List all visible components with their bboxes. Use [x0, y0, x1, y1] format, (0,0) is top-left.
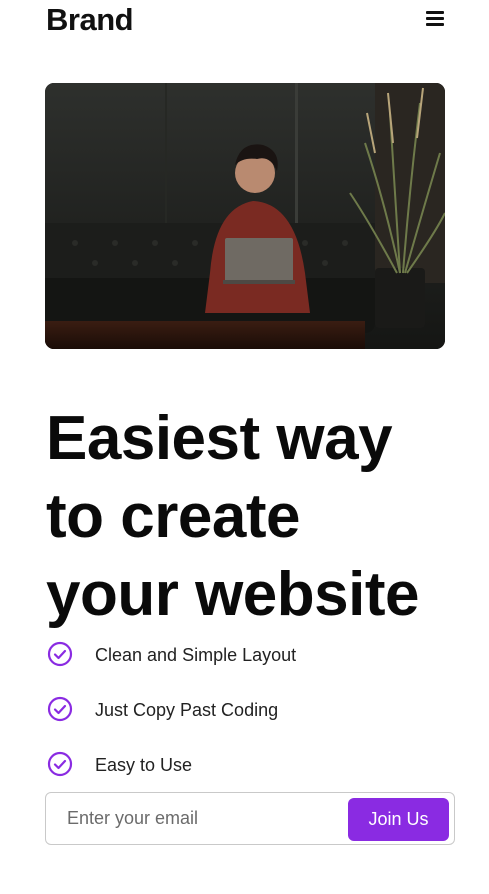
- check-circle-icon: [47, 641, 73, 667]
- hero-photo: [45, 83, 445, 349]
- list-item: Clean and Simple Layout: [47, 641, 296, 696]
- feature-label: Just Copy Past Coding: [95, 700, 279, 720]
- site-header: Brand: [46, 0, 446, 40]
- menu-bar: [426, 17, 444, 20]
- list-item: Just Copy Past Coding: [47, 696, 296, 751]
- feature-list: Clean and Simple Layout Just Copy Past C…: [47, 641, 296, 806]
- join-us-button[interactable]: Join Us: [348, 798, 449, 841]
- email-field[interactable]: [47, 794, 347, 843]
- check-circle-icon: [47, 751, 73, 777]
- hamburger-menu-icon[interactable]: [426, 11, 444, 27]
- hero-photo-illustration: [45, 83, 445, 349]
- email-signup-form: Join Us: [45, 792, 455, 845]
- check-circle-icon: [47, 696, 73, 722]
- menu-bar: [426, 11, 444, 14]
- brand-logo[interactable]: Brand: [46, 2, 134, 38]
- headline-line: to create: [46, 482, 300, 551]
- feature-label: Easy to Use: [95, 755, 193, 775]
- headline-line: Easiest way: [46, 404, 393, 473]
- headline-line: your website: [46, 560, 420, 629]
- page-headline: Easiest way to create your website: [46, 400, 466, 634]
- feature-label: Clean and Simple Layout: [95, 645, 297, 665]
- menu-bar: [426, 23, 444, 26]
